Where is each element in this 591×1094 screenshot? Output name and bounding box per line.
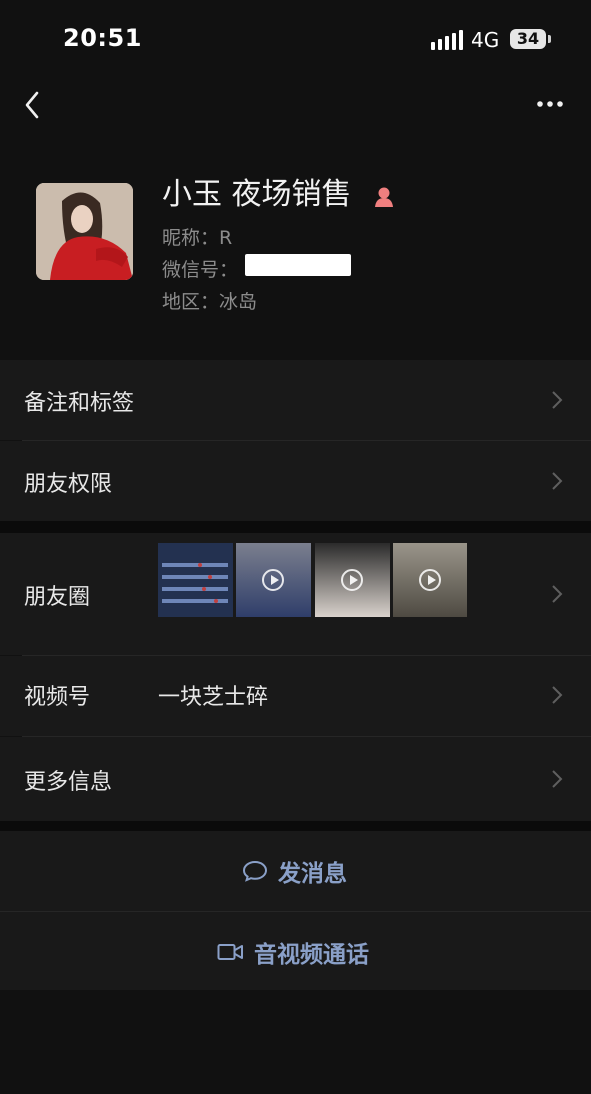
channels-value: 一块芝士碎	[158, 685, 269, 710]
battery-icon: 34	[510, 29, 546, 49]
nickname-value: R	[219, 227, 233, 249]
moments-video-thumbnail	[236, 543, 311, 617]
status-time: 20:51	[63, 24, 142, 52]
signal-icon	[431, 30, 463, 50]
chevron-right-icon	[552, 585, 563, 603]
more-info-label: 更多信息	[24, 770, 113, 795]
chevron-right-icon	[552, 770, 563, 788]
profile-name: 小玉 夜场销售	[162, 177, 352, 212]
more-info-row[interactable]: 更多信息	[0, 737, 591, 821]
send-message-content: 发消息	[242, 831, 347, 911]
moments-video-thumbnail	[315, 543, 390, 617]
status-bar: 20:51 4G 34	[0, 0, 591, 80]
remarks-tags-row[interactable]: 备注和标签	[0, 360, 591, 440]
remarks-tags-label: 备注和标签	[24, 391, 135, 416]
back-icon[interactable]	[20, 88, 50, 122]
friend-permissions-label: 朋友权限	[24, 472, 113, 497]
av-call-content: 音视频通话	[217, 912, 369, 992]
moments-video-thumbnail	[393, 543, 467, 617]
send-message-button[interactable]: 发消息	[0, 831, 591, 911]
chevron-right-icon	[552, 472, 563, 490]
friend-permissions-row[interactable]: 朋友权限	[0, 441, 591, 521]
profile-header: 小玉 夜场销售 昵称：R 微信号： 地区：冰岛	[0, 150, 591, 350]
send-message-label: 发消息	[278, 861, 347, 887]
channels-row[interactable]: 视频号 一块芝士碎	[0, 656, 591, 736]
profile-screen: 20:51 4G 34 小玉 夜场销售 昵称：R 微信号： 地区：冰岛 备注和标…	[0, 0, 591, 1094]
play-icon	[341, 569, 363, 591]
section-gap	[0, 821, 591, 831]
more-icon[interactable]	[534, 94, 566, 114]
av-call-button[interactable]: 音视频通话	[0, 912, 591, 990]
region-label: 地区：	[162, 291, 220, 313]
section-gap	[0, 521, 591, 533]
female-icon	[375, 187, 393, 207]
av-call-label: 音视频通话	[254, 942, 369, 968]
wechat-id-redaction	[245, 254, 351, 276]
region-line: 地区：冰岛	[162, 287, 257, 314]
nickname-label: 昵称：	[162, 227, 220, 249]
moments-row[interactable]: 朋友圈	[0, 533, 591, 655]
channels-label: 视频号	[24, 685, 91, 710]
network-label: 4G	[471, 28, 500, 52]
name-row: 小玉 夜场销售	[162, 176, 393, 216]
avatar[interactable]	[36, 183, 133, 280]
wechat-id-label: 微信号：	[162, 259, 239, 281]
chevron-right-icon	[552, 391, 563, 409]
chevron-right-icon	[552, 686, 563, 704]
play-icon	[262, 569, 284, 591]
battery-nub	[548, 35, 551, 43]
moments-label: 朋友圈	[24, 585, 91, 610]
wechat-id-line: 微信号：	[162, 255, 238, 282]
nickname-line: 昵称：R	[162, 223, 232, 250]
play-icon	[419, 569, 441, 591]
battery-level: 34	[516, 29, 540, 48]
chat-bubble-icon	[242, 860, 268, 882]
moments-thumbnail	[158, 543, 233, 617]
region-value: 冰岛	[219, 291, 258, 313]
video-camera-icon	[217, 944, 243, 960]
